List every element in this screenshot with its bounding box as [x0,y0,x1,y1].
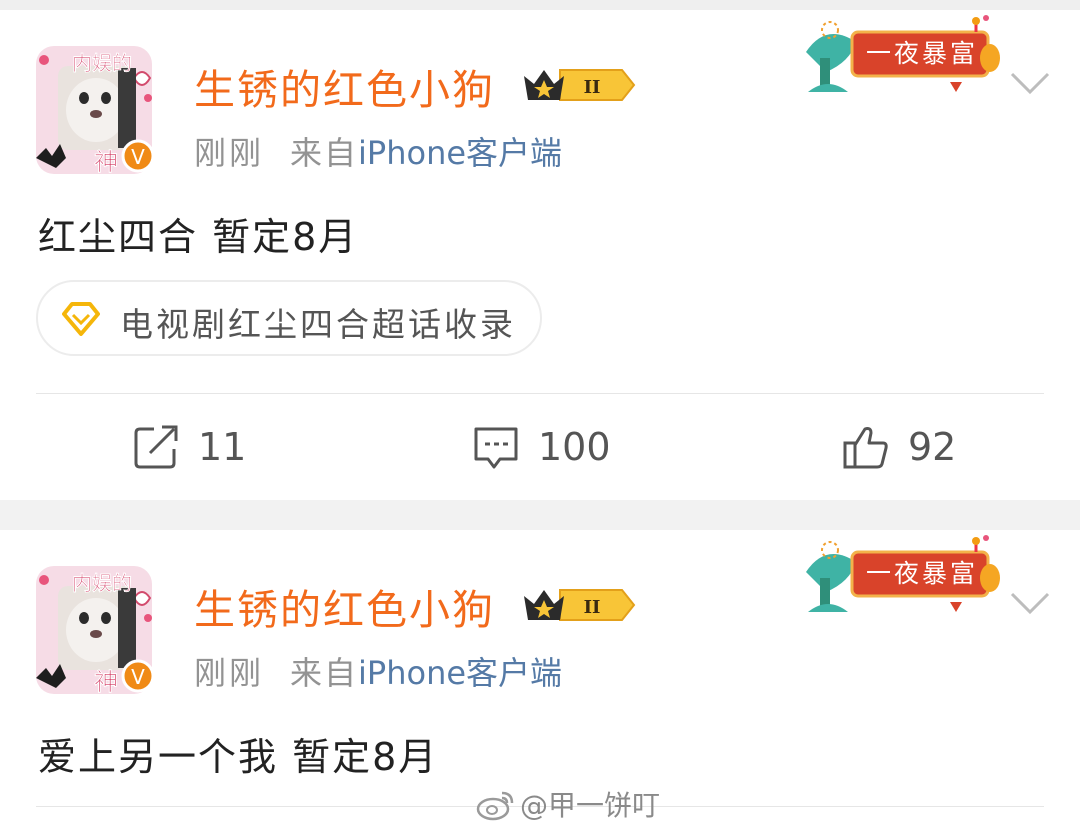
post-text: 红尘四合 暂定8月 [38,215,359,259]
topic-label: 电视剧红尘四合超话收录 [120,305,516,344]
level-label: II [584,597,601,618]
comment-button[interactable]: 100 [472,422,611,472]
level-badge[interactable]: II [520,582,636,628]
repost-button[interactable]: 11 [132,422,246,472]
verified-badge: V [131,145,145,169]
username[interactable]: 生锈的红色小狗 [194,56,495,116]
divider [36,393,1044,394]
decoration-label: 一夜暴富 [866,559,979,588]
like-icon [842,423,890,471]
avatar-bottom-label: 神 [94,148,118,176]
post-meta: 刚刚 来自iPhone客户端 [194,648,562,694]
top-separator [0,0,1080,10]
level-label: II [584,77,601,98]
comment-count: 100 [538,425,611,469]
topic-chip[interactable]: 电视剧红尘四合超话收录 [36,280,542,356]
watermark-text: @甲一饼叮 [520,789,661,822]
post-time: 刚刚 [194,654,265,692]
like-count: 92 [908,425,957,469]
super-topic-diamond-icon [62,302,100,336]
source-prefix: 来自 [290,654,359,692]
level-badge[interactable]: II [520,62,636,108]
post-time: 刚刚 [194,134,265,172]
repost-count: 11 [198,425,247,469]
post-card: V 内娱的 神 生锈的红色小狗 II 刚刚 来自iPhone客户端 [0,10,1080,500]
chevron-down-icon[interactable] [1008,590,1052,618]
username[interactable]: 生锈的红色小狗 [194,576,495,636]
avatar[interactable]: V 内娱的 神 [30,38,158,180]
watermark: @甲一饼叮 [476,784,660,824]
avatar-top-label: 内娱的 [72,571,132,595]
verified-badge: V [131,665,145,689]
post-text: 爱上另一个我 暂定8月 [38,735,439,779]
source-prefix: 来自 [290,134,359,172]
avatar-bottom-label: 神 [94,668,118,696]
post-meta: 刚刚 来自iPhone客户端 [194,128,562,174]
comment-icon [472,423,520,471]
like-button[interactable]: 92 [842,422,956,472]
source-device[interactable]: iPhone客户端 [358,134,562,172]
avatar[interactable]: V 内娱的 神 [30,558,158,700]
repost-icon [132,423,180,471]
chevron-down-icon[interactable] [1008,70,1052,98]
source-device[interactable]: iPhone客户端 [358,654,562,692]
avatar-top-label: 内娱的 [72,51,132,75]
decoration-label: 一夜暴富 [866,39,979,68]
weibo-logo-icon [476,787,516,821]
